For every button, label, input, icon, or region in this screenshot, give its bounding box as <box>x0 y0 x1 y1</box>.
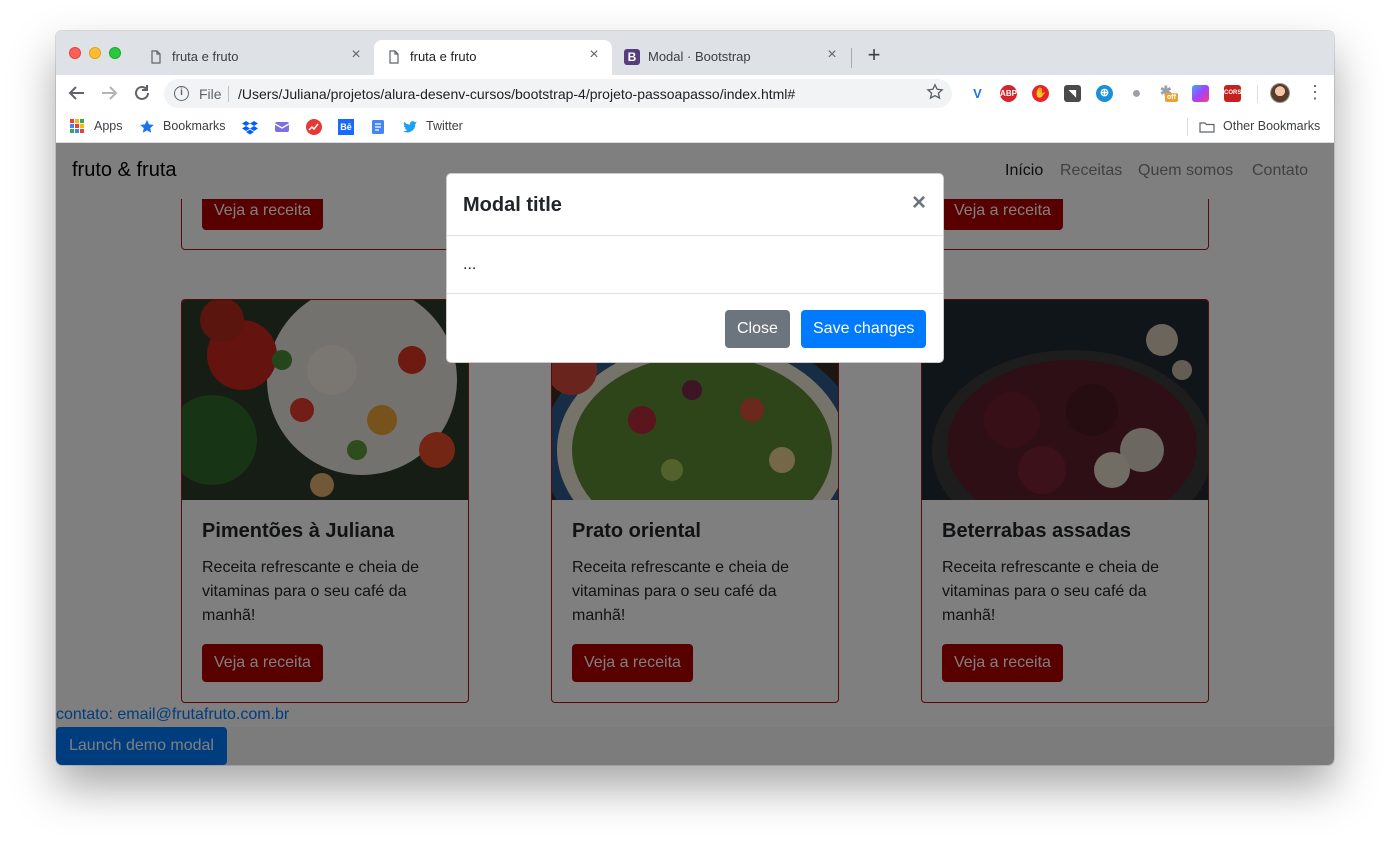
chart-icon <box>306 119 322 135</box>
tab-close-icon[interactable]: × <box>348 47 364 63</box>
adblock-plus-icon[interactable]: ABP <box>1000 85 1017 102</box>
address-divider <box>228 86 229 102</box>
modal-body: ... <box>463 256 477 273</box>
star-icon <box>140 120 154 133</box>
browser-tab-active[interactable]: fruta e fruto × <box>374 40 612 75</box>
cors-icon[interactable]: CORS <box>1224 85 1241 102</box>
vivaldi-extension-icon[interactable]: V <box>969 85 986 102</box>
modal-header: Modal title × <box>447 174 943 236</box>
tab-title: Modal · Bootstrap <box>648 49 751 64</box>
folder-icon <box>1199 122 1215 133</box>
bookmark-label: Bookmarks <box>163 119 226 133</box>
minimize-window-button[interactable] <box>89 47 101 59</box>
bookmark-twitter[interactable]: Twitter <box>402 118 482 136</box>
address-bar[interactable]: i File /Users/Juliana/projetos/alura-des… <box>164 79 952 108</box>
puzzle-off-icon[interactable]: ✱ off <box>1160 83 1178 102</box>
bootstrap-icon: B <box>624 49 640 65</box>
close-window-button[interactable] <box>69 47 81 59</box>
bookmark-other-bookmarks[interactable]: Other Bookmarks <box>1199 118 1329 136</box>
bookmark-dropbox[interactable] <box>242 118 258 136</box>
mail-icon <box>274 122 290 132</box>
bookmarks-bar: Apps Bookmarks Bē Twitter Other Bookmark… <box>56 112 1334 143</box>
bookmark-apps[interactable]: Apps <box>70 118 130 136</box>
address-url[interactable]: /Users/Juliana/projetos/alura-desenv-cur… <box>238 86 795 102</box>
zoom-window-button[interactable] <box>109 47 121 59</box>
new-tab-button[interactable]: + <box>864 44 884 66</box>
toolbar-divider <box>1257 85 1258 103</box>
browser-toolbar: i File /Users/Juliana/projetos/alura-des… <box>56 75 1334 112</box>
menu-kebab-icon[interactable]: ⋮ <box>1306 83 1324 103</box>
profile-avatar[interactable] <box>1270 83 1290 103</box>
address-scheme-label: File <box>199 86 222 102</box>
bookmark-label: Other Bookmarks <box>1223 119 1321 133</box>
browser-tab[interactable]: fruta e fruto × <box>136 40 374 75</box>
bookmark-label: Twitter <box>426 119 463 133</box>
forward-arrow-icon[interactable] <box>98 82 120 104</box>
page-viewport: Veja a receita Veja a receita fruto & fr… <box>56 143 1334 765</box>
dropbox-icon <box>242 121 258 135</box>
tab-strip: fruta e fruto × fruta e fruto × B Modal … <box>56 31 1334 75</box>
bookmark-docs[interactable] <box>370 118 386 136</box>
save-changes-button[interactable]: Save changes <box>801 310 927 348</box>
modal-title: Modal title <box>463 194 562 216</box>
bookmark-bookmarks[interactable]: Bookmarks <box>139 118 229 136</box>
browser-tab[interactable]: B Modal · Bootstrap × <box>612 40 850 75</box>
translate-extension-icon[interactable]: ⊕ <box>1096 85 1113 102</box>
gradient-extension-icon[interactable] <box>1192 85 1209 102</box>
close-button[interactable]: Close <box>725 310 790 348</box>
site-info-icon[interactable]: i <box>174 86 189 101</box>
tab-title: fruta e fruto <box>410 49 477 64</box>
tab-title: fruta e fruto <box>172 49 239 64</box>
docs-icon <box>372 120 384 134</box>
page-icon <box>389 50 399 64</box>
back-arrow-icon[interactable] <box>66 82 88 104</box>
speech-bubble-icon[interactable]: ● <box>1128 85 1145 102</box>
close-icon[interactable]: × <box>909 191 929 215</box>
bookmark-behance[interactable]: Bē <box>338 118 354 136</box>
bookmark-chart[interactable] <box>306 118 322 136</box>
adblock-hand-icon[interactable]: ✋ <box>1032 85 1049 102</box>
browser-window: fruta e fruto × fruta e fruto × B Modal … <box>56 31 1334 765</box>
reload-icon[interactable] <box>131 82 153 104</box>
twitter-icon <box>403 121 417 133</box>
pocket-icon[interactable]: ◥ <box>1064 85 1081 102</box>
modal-dialog: Modal title × ... Close Save changes <box>446 173 944 363</box>
tab-close-icon[interactable]: × <box>586 47 602 63</box>
tab-close-icon[interactable]: × <box>824 47 840 63</box>
modal-footer: Close Save changes <box>447 293 943 362</box>
behance-icon: Bē <box>338 119 354 135</box>
bookmark-mail[interactable] <box>274 118 290 136</box>
bookmark-star-icon[interactable] <box>926 83 944 101</box>
tab-separator <box>851 48 852 68</box>
page-icon <box>151 50 161 64</box>
apps-grid-icon <box>70 119 84 133</box>
bookmark-label: Apps <box>94 119 123 133</box>
bookmarks-divider <box>1187 118 1188 136</box>
